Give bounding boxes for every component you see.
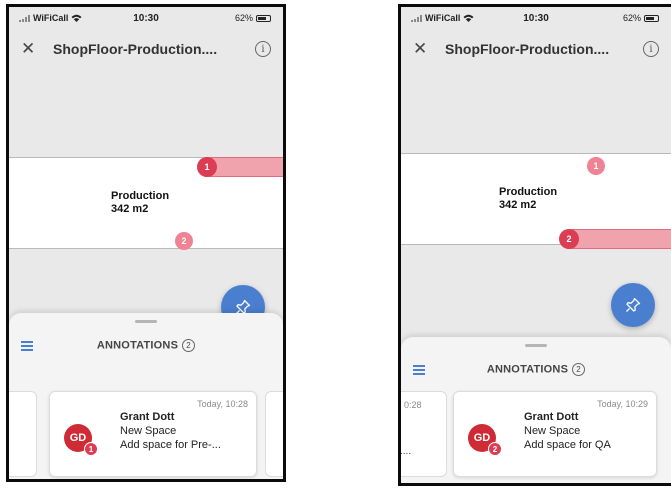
annotation-pin-2[interactable]: 2 — [175, 232, 193, 250]
card-title: New Space — [524, 425, 581, 437]
battery-status: 62% — [235, 13, 271, 23]
annotation-card-previous[interactable] — [9, 391, 37, 477]
annotation-pin-1[interactable]: 1 — [587, 157, 605, 175]
signal-icon — [19, 14, 30, 22]
card-note: Add space for QA — [524, 439, 611, 451]
carrier-name: WiFiCall — [425, 13, 461, 23]
close-icon[interactable]: ✕ — [413, 39, 435, 59]
wifi-icon — [463, 14, 474, 22]
annotations-sheet: ANNOTATIONS 2 Today, 10:28 GD 1 Grant Dot… — [9, 313, 283, 479]
title-bar: ✕ ShopFloor-Production.... i — [401, 31, 671, 67]
battery-percent: 62% — [622, 13, 641, 23]
annotations-header: ANNOTATIONS 2 — [401, 363, 671, 376]
card-timestamp: Today, 10:29 — [597, 399, 648, 409]
annotations-header: ANNOTATIONS 2 — [9, 339, 283, 352]
info-icon[interactable]: i — [255, 41, 271, 57]
status-time: 10:30 — [133, 12, 159, 24]
annotations-sheet: ANNOTATIONS 2 0:28 .... Today, 10:29 GD 2… — [401, 337, 671, 483]
annotations-count: 2 — [572, 363, 586, 376]
room-area: 342 m2 — [499, 199, 537, 211]
add-annotation-button[interactable] — [611, 283, 655, 327]
battery-percent: 62% — [234, 13, 253, 23]
carrier-name: WiFiCall — [33, 13, 69, 23]
annotations-label: ANNOTATIONS — [96, 339, 179, 352]
close-icon[interactable]: ✕ — [21, 39, 43, 59]
annotation-area-1[interactable] — [205, 157, 283, 177]
annotation-card-previous[interactable]: 0:28 .... — [400, 391, 447, 477]
info-icon[interactable]: i — [643, 41, 659, 57]
annotation-card-next[interactable] — [265, 391, 283, 477]
carrier: WiFiCall — [411, 13, 474, 23]
annotation-card[interactable]: Today, 10:29 GD 2 Grant Dott New Space A… — [453, 391, 657, 477]
page-title: ShopFloor-Production.... — [53, 41, 218, 57]
annotation-pin-2[interactable]: 2 — [559, 229, 579, 249]
status-bar: WiFiCall 10:30 62% — [9, 7, 283, 29]
title-bar: ✕ ShopFloor-Production.... i — [9, 31, 283, 67]
room-area: 342 m2 — [111, 203, 149, 215]
sheet-grabber[interactable] — [135, 320, 157, 323]
signal-icon — [411, 14, 422, 22]
card-timestamp: Today, 10:28 — [197, 399, 248, 409]
phone-screen-1: WiFiCall 10:30 62% ✕ ShopFloor-Productio… — [6, 4, 286, 482]
status-time: 10:30 — [523, 12, 549, 24]
page-title: ShopFloor-Production.... — [445, 41, 610, 57]
prev-card-timestamp: 0:28 — [404, 400, 422, 410]
sheet-grabber[interactable] — [525, 344, 547, 347]
room-name: Production — [111, 190, 170, 202]
avatar-annotation-badge: 1 — [84, 442, 98, 456]
card-note: Add space for Pre-... — [120, 439, 221, 451]
avatar-annotation-badge: 2 — [488, 442, 502, 456]
battery-icon — [256, 14, 271, 22]
card-author: Grant Dott — [524, 411, 579, 423]
carrier: WiFiCall — [19, 13, 82, 23]
battery-status: 62% — [623, 13, 659, 23]
annotation-card[interactable]: Today, 10:28 GD 1 Grant Dott New Space A… — [49, 391, 257, 477]
status-bar: WiFiCall 10:30 62% — [401, 7, 671, 29]
card-author: Grant Dott — [120, 411, 175, 423]
room-label: Production 342 m2 — [111, 190, 169, 216]
annotation-pin-1[interactable]: 1 — [197, 157, 217, 177]
room-label: Production 342 m2 — [499, 186, 557, 212]
pin-icon — [626, 297, 641, 312]
room-name: Production — [499, 186, 558, 198]
annotations-count: 2 — [182, 339, 196, 352]
annotations-label: ANNOTATIONS — [486, 363, 569, 376]
battery-icon — [644, 14, 659, 22]
wifi-icon — [71, 14, 82, 22]
prev-card-note: .... — [400, 446, 412, 457]
card-body: Grant Dott New Space Add space for QA — [524, 410, 611, 452]
phone-screen-2: WiFiCall 10:30 62% ✕ ShopFloor-Productio… — [398, 4, 671, 486]
annotation-area-2[interactable] — [567, 229, 671, 249]
card-title: New Space — [120, 425, 177, 437]
card-body: Grant Dott New Space Add space for Pre-.… — [120, 410, 221, 452]
